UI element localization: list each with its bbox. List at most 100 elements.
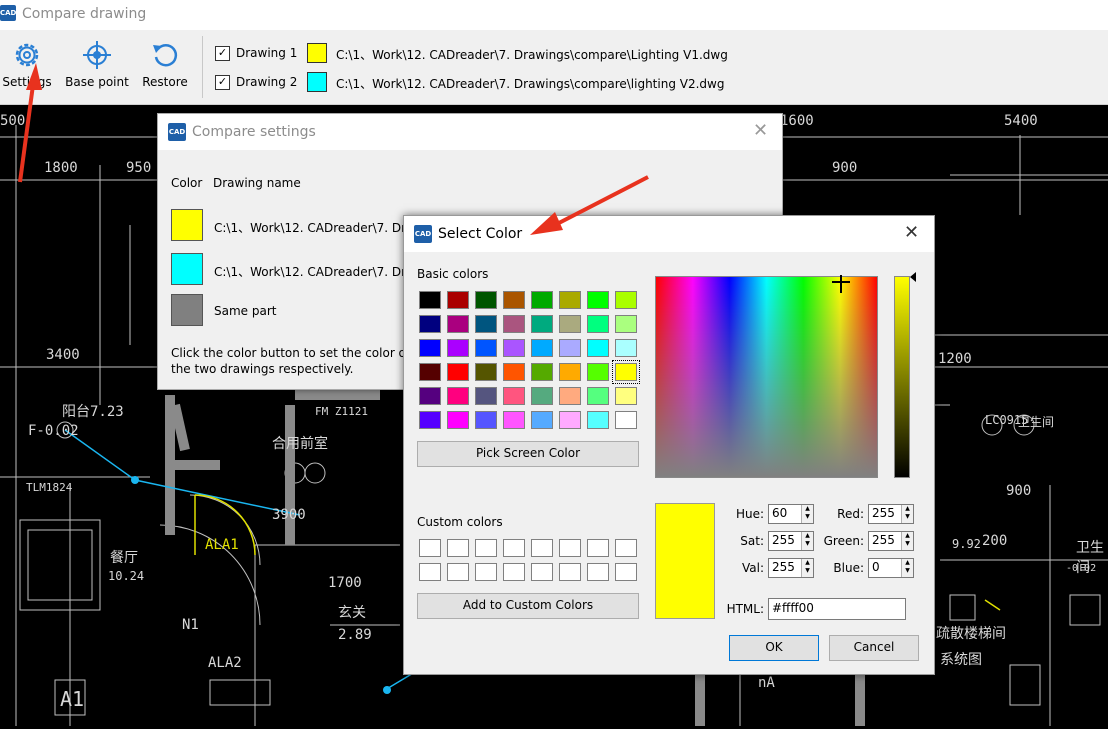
custom-color-swatch[interactable]: [503, 539, 525, 557]
custom-color-swatch[interactable]: [503, 563, 525, 581]
close-icon[interactable]: ✕: [753, 120, 768, 141]
custom-color-swatch[interactable]: [615, 563, 637, 581]
restore-button[interactable]: Restore: [138, 40, 192, 98]
basic-color-swatch[interactable]: [531, 339, 553, 357]
basic-color-swatch[interactable]: [559, 363, 581, 381]
cad-text: N1: [182, 617, 199, 633]
basic-color-swatch[interactable]: [503, 339, 525, 357]
basic-color-swatch[interactable]: [615, 411, 637, 429]
basic-color-swatch[interactable]: [475, 291, 497, 309]
basic-color-swatch[interactable]: [503, 387, 525, 405]
basic-color-swatch[interactable]: [419, 315, 441, 333]
basic-color-swatch[interactable]: [587, 315, 609, 333]
custom-color-swatch[interactable]: [615, 539, 637, 557]
same-part-color-button[interactable]: [171, 294, 203, 326]
custom-color-swatch[interactable]: [531, 539, 553, 557]
basic-color-swatch[interactable]: [531, 291, 553, 309]
basic-color-swatch[interactable]: [475, 363, 497, 381]
cad-text: F-0.02: [28, 423, 79, 439]
basic-color-swatch[interactable]: [447, 387, 469, 405]
basic-color-swatch[interactable]: [503, 315, 525, 333]
base-point-button[interactable]: Base point: [64, 40, 130, 98]
hue-spinbox[interactable]: 60 ▲ ▼: [768, 504, 814, 524]
basic-color-swatch[interactable]: [531, 315, 553, 333]
ok-button[interactable]: OK: [729, 635, 819, 661]
close-icon[interactable]: ✕: [904, 222, 919, 243]
drawing-1-color-button[interactable]: [171, 209, 203, 241]
custom-color-swatch[interactable]: [419, 563, 441, 581]
basic-color-swatch[interactable]: [615, 339, 637, 357]
basic-color-swatch[interactable]: [447, 411, 469, 429]
basic-color-swatch[interactable]: [559, 315, 581, 333]
custom-color-swatch[interactable]: [475, 563, 497, 581]
basic-color-swatch[interactable]: [531, 363, 553, 381]
basic-color-swatch[interactable]: [587, 411, 609, 429]
basic-color-swatch[interactable]: [475, 339, 497, 357]
basic-color-swatch[interactable]: [447, 339, 469, 357]
basic-color-swatch[interactable]: [615, 291, 637, 309]
custom-color-swatch[interactable]: [447, 539, 469, 557]
spin-arrows-icon[interactable]: ▲ ▼: [901, 559, 913, 577]
drawing-1-color-swatch[interactable]: [307, 43, 327, 63]
drawing-2-color-swatch[interactable]: [307, 72, 327, 92]
custom-color-swatch[interactable]: [419, 539, 441, 557]
custom-color-swatch[interactable]: [587, 539, 609, 557]
custom-color-swatch[interactable]: [447, 563, 469, 581]
custom-color-swatch[interactable]: [559, 563, 581, 581]
custom-color-swatch[interactable]: [475, 539, 497, 557]
spin-arrows-icon[interactable]: ▲ ▼: [801, 505, 813, 523]
sat-spinbox[interactable]: 255 ▲ ▼: [768, 531, 814, 551]
value-slider-handle[interactable]: [910, 272, 916, 282]
basic-color-swatch[interactable]: [419, 363, 441, 381]
basic-color-swatch[interactable]: [475, 315, 497, 333]
blue-value: 0: [872, 560, 880, 574]
basic-color-swatch[interactable]: [615, 315, 637, 333]
basic-color-swatch[interactable]: [475, 411, 497, 429]
value-slider[interactable]: [894, 276, 910, 478]
blue-spinbox[interactable]: 0 ▲ ▼: [868, 558, 914, 578]
basic-color-swatch[interactable]: [615, 387, 637, 405]
val-spinbox[interactable]: 255 ▲ ▼: [768, 558, 814, 578]
basic-color-swatch[interactable]: [587, 291, 609, 309]
basic-color-swatch[interactable]: [531, 411, 553, 429]
custom-color-swatch[interactable]: [531, 563, 553, 581]
basic-color-swatch[interactable]: [419, 339, 441, 357]
color-spectrum[interactable]: [655, 275, 878, 478]
basic-color-swatch[interactable]: [503, 291, 525, 309]
basic-color-swatch[interactable]: [419, 387, 441, 405]
basic-color-swatch[interactable]: [475, 387, 497, 405]
basic-color-swatch[interactable]: [447, 315, 469, 333]
basic-color-swatch[interactable]: [447, 291, 469, 309]
basic-color-swatch[interactable]: [503, 363, 525, 381]
drawing-1-checkbox[interactable]: ✓: [215, 46, 230, 61]
basic-color-swatch[interactable]: [503, 411, 525, 429]
basic-color-swatch[interactable]: [447, 363, 469, 381]
basic-color-swatch[interactable]: [559, 291, 581, 309]
custom-color-swatch[interactable]: [587, 563, 609, 581]
pick-screen-color-button[interactable]: Pick Screen Color: [417, 441, 639, 467]
basic-color-swatch[interactable]: [587, 387, 609, 405]
cad-text: ALA2: [208, 655, 242, 671]
spin-arrows-icon[interactable]: ▲ ▼: [801, 532, 813, 550]
add-custom-colors-button[interactable]: Add to Custom Colors: [417, 593, 639, 619]
red-spinbox[interactable]: 255 ▲ ▼: [868, 504, 914, 524]
cancel-button[interactable]: Cancel: [829, 635, 919, 661]
spin-arrows-icon[interactable]: ▲ ▼: [901, 532, 913, 550]
drawing-2-color-button[interactable]: [171, 253, 203, 285]
basic-color-swatch[interactable]: [612, 360, 640, 384]
basic-color-swatch[interactable]: [419, 291, 441, 309]
basic-color-swatch[interactable]: [419, 411, 441, 429]
basic-color-swatch[interactable]: [587, 339, 609, 357]
custom-color-swatch[interactable]: [559, 539, 581, 557]
basic-color-swatch[interactable]: [559, 411, 581, 429]
app-icon: CAD: [168, 123, 186, 141]
basic-color-swatch[interactable]: [559, 387, 581, 405]
green-spinbox[interactable]: 255 ▲ ▼: [868, 531, 914, 551]
html-field[interactable]: #ffff00: [768, 598, 906, 620]
spin-arrows-icon[interactable]: ▲ ▼: [901, 505, 913, 523]
basic-color-swatch[interactable]: [587, 363, 609, 381]
basic-color-swatch[interactable]: [559, 339, 581, 357]
drawing-2-checkbox[interactable]: ✓: [215, 75, 230, 90]
spin-arrows-icon[interactable]: ▲ ▼: [801, 559, 813, 577]
basic-color-swatch[interactable]: [531, 387, 553, 405]
